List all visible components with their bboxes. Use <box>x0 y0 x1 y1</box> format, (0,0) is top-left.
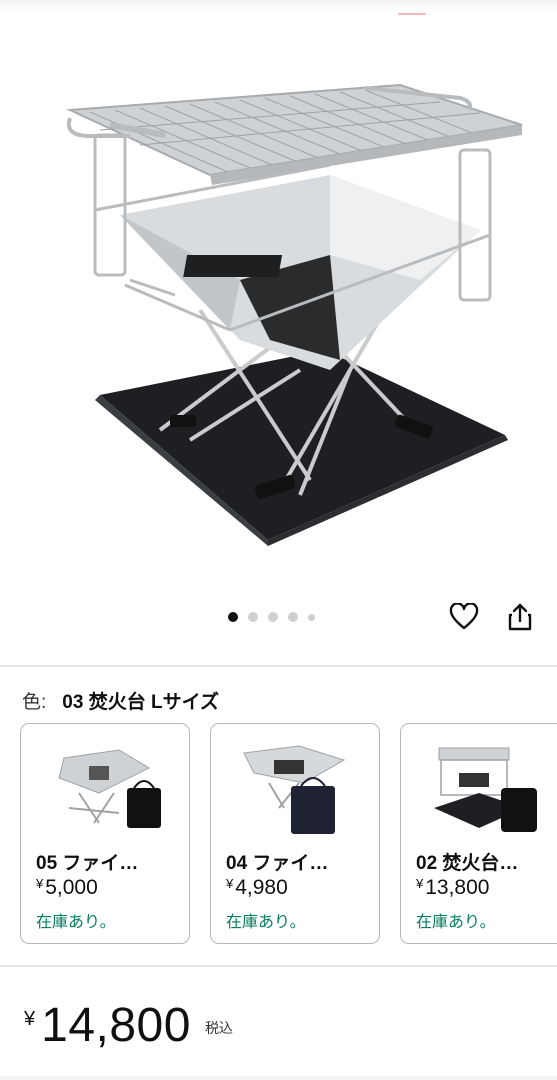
swatch-price: ¥5,000 <box>36 876 98 899</box>
top-indicator <box>398 13 426 15</box>
variation-selected: 03 焚火台 Lサイズ <box>62 692 220 713</box>
swatch-card[interactable]: 02 焚火台… ¥13,800 在庫あり。 <box>400 723 557 944</box>
swatch-stock: 在庫あり。 <box>416 914 496 931</box>
carousel-dot[interactable] <box>248 612 258 622</box>
swatch-price: ¥4,980 <box>226 876 288 899</box>
divider <box>0 665 557 667</box>
swatch-thumbnail <box>58 749 161 828</box>
swatch-stock: 在庫あり。 <box>36 914 116 931</box>
carousel-dot[interactable] <box>228 612 238 622</box>
variation-row: 色: 03 焚火台 Lサイズ <box>22 687 219 714</box>
product-image[interactable] <box>0 40 557 560</box>
variation-label: 色: <box>22 692 47 713</box>
carousel-dot[interactable] <box>268 612 278 622</box>
swatch-name: 02 焚火台… <box>416 853 519 874</box>
price-amount: 14,800 <box>41 999 191 1052</box>
swatch-thumbnail <box>434 747 537 832</box>
product-price: ¥ 14,800 税込 <box>24 996 233 1050</box>
carousel-dot[interactable] <box>308 613 315 621</box>
swatch-stock: 在庫あり。 <box>226 914 306 931</box>
top-shade <box>0 0 557 12</box>
swatch-thumbnail <box>243 745 346 834</box>
tax-note: 税込 <box>204 1020 233 1036</box>
variation-swatches: 05 ファイ… ¥5,000 在庫あり。 04 ファイ… ¥4,980 在庫あり… <box>20 723 557 946</box>
bottom-strip <box>0 1076 557 1080</box>
price-currency: ¥ <box>24 1008 36 1030</box>
carousel-dot[interactable] <box>288 612 298 622</box>
share-button[interactable] <box>503 600 537 634</box>
swatch-price: ¥13,800 <box>416 876 490 899</box>
swatch-name: 04 ファイ… <box>226 853 329 874</box>
swatch-card[interactable]: 05 ファイ… ¥5,000 在庫あり。 <box>20 723 190 944</box>
swatch-card[interactable]: 04 ファイ… ¥4,980 在庫あり。 <box>210 723 380 944</box>
carousel-dots[interactable] <box>228 612 315 622</box>
share-icon <box>508 603 532 631</box>
divider <box>0 965 557 967</box>
swatch-name: 05 ファイ… <box>36 853 139 874</box>
favorite-button[interactable] <box>447 600 481 634</box>
heart-icon <box>449 603 479 630</box>
